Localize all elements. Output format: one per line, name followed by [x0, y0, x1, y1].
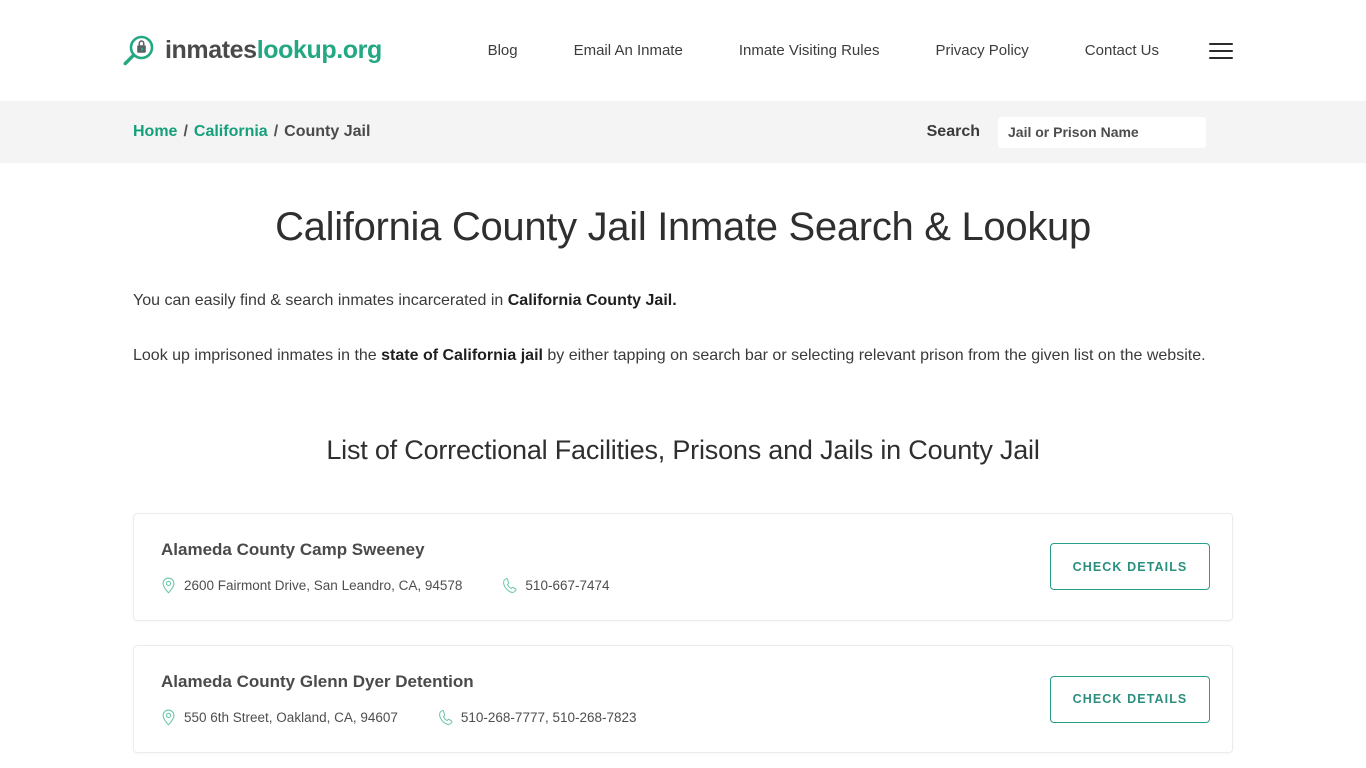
breadcrumb-link-california[interactable]: California	[194, 123, 268, 141]
search-area: Search	[926, 116, 1206, 148]
breadcrumb: Home / California / County Jail	[133, 123, 370, 141]
search-label: Search	[926, 123, 980, 140]
main-navigation: Blog Email An Inmate Inmate Visiting Rul…	[460, 41, 1233, 61]
intro-paragraph-2: Look up imprisoned inmates in the state …	[133, 344, 1233, 369]
breadcrumb-bar: Home / California / County Jail Search	[0, 101, 1366, 163]
check-details-button[interactable]: CHECK DETAILS	[1050, 675, 1210, 723]
logo-text-primary: inmates	[165, 36, 257, 64]
site-logo[interactable]: inmateslookup.org	[120, 33, 382, 69]
nav-item-contact-us[interactable]: Contact Us	[1057, 43, 1187, 58]
facility-address-text: 550 6th Street, Oakland, CA, 94607	[184, 710, 398, 726]
intro-paragraph-1: You can easily find & search inmates inc…	[133, 289, 1233, 314]
intro-2-emphasis: state of California jail	[381, 346, 543, 364]
facility-name: Alameda County Camp Sweeney	[161, 539, 425, 559]
magnifier-lock-icon	[120, 33, 156, 69]
hamburger-bar	[1209, 56, 1233, 59]
logo-text-accent: lookup.org	[256, 36, 383, 64]
breadcrumb-current: County Jail	[284, 123, 371, 140]
check-details-button[interactable]: CHECK DETAILS	[1050, 543, 1210, 591]
hamburger-bar	[1209, 49, 1233, 52]
breadcrumb-link-home[interactable]: Home	[133, 123, 177, 141]
main-content: California County Jail Inmate Search & L…	[0, 203, 1366, 768]
intro-1-emphasis: California County Jail.	[507, 292, 677, 309]
hamburger-bar	[1209, 42, 1233, 45]
facility-address-text: 2600 Fairmont Drive, San Leandro, CA, 94…	[184, 577, 463, 593]
facility-phone-text: 510-667-7474	[525, 577, 610, 593]
facility-card[interactable]: Alameda County Glenn Dyer Detention 550 …	[133, 644, 1233, 754]
location-pin-icon	[161, 709, 176, 726]
facility-phone: 510-268-7777, 510-268-7823	[438, 709, 637, 726]
facility-address: 550 6th Street, Oakland, CA, 94607	[161, 709, 398, 726]
page-title: California County Jail Inmate Search & L…	[275, 205, 1091, 249]
facility-name: Alameda County Glenn Dyer Detention	[161, 671, 474, 691]
facility-meta: 550 6th Street, Oakland, CA, 94607 510-2…	[161, 709, 1030, 726]
facility-address: 2600 Fairmont Drive, San Leandro, CA, 94…	[161, 577, 462, 594]
intro-1-text: You can easily find & search inmates inc…	[133, 292, 508, 309]
intro-2-text-pre: Look up imprisoned inmates in the	[133, 346, 382, 364]
facility-phone: 510-667-7474	[502, 577, 610, 594]
nav-item-email-an-inmate[interactable]: Email An Inmate	[546, 43, 711, 58]
hamburger-icon[interactable]	[1209, 41, 1233, 61]
facility-meta: 2600 Fairmont Drive, San Leandro, CA, 94…	[161, 577, 1030, 594]
intro-2-text-post: by either tapping on search bar or selec…	[542, 346, 1206, 364]
site-logo-text: inmateslookup.org	[165, 38, 382, 63]
breadcrumb-separator: /	[183, 123, 188, 140]
facility-info: Alameda County Camp Sweeney 2600 Fairmon…	[161, 540, 1030, 594]
search-input[interactable]	[998, 116, 1206, 148]
facility-card[interactable]: Alameda County Camp Sweeney 2600 Fairmon…	[133, 512, 1233, 621]
nav-item-blog[interactable]: Blog	[460, 43, 546, 58]
facility-list: Alameda County Camp Sweeney 2600 Fairmon…	[133, 512, 1233, 768]
facility-phone-text: 510-268-7777, 510-268-7823	[460, 710, 637, 726]
section-title: List of Correctional Facilities, Prisons…	[326, 434, 1040, 465]
site-header: inmateslookup.org Blog Email An Inmate I…	[0, 0, 1366, 101]
facility-info: Alameda County Glenn Dyer Detention 550 …	[161, 672, 1030, 726]
nav-item-inmate-visiting-rules[interactable]: Inmate Visiting Rules	[711, 43, 908, 58]
phone-icon	[502, 577, 517, 594]
breadcrumb-separator: /	[273, 123, 279, 140]
phone-icon	[438, 709, 453, 726]
nav-item-privacy-policy[interactable]: Privacy Policy	[907, 43, 1056, 58]
location-pin-icon	[161, 577, 176, 594]
